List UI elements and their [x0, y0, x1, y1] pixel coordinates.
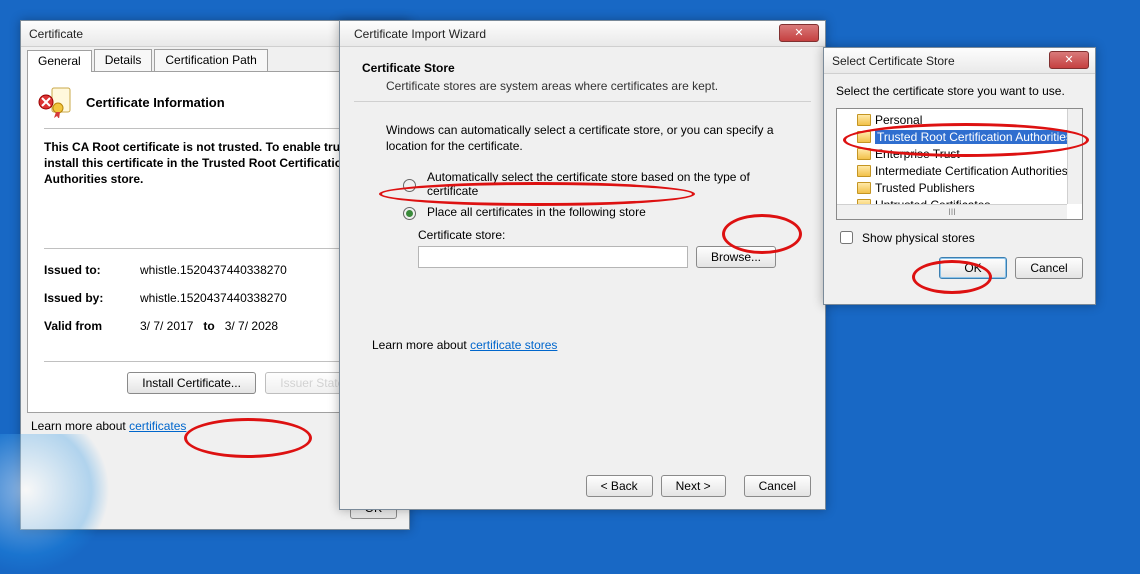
tree-item-enterprise-trust[interactable]: Enterprise Trust [841, 145, 1082, 162]
select-store-window: Select Certificate Store Select the cert… [823, 47, 1096, 305]
valid-from-value: 3/ 7/ 2017 [140, 319, 193, 333]
radio-place-all[interactable]: Place all certificates in the following … [398, 204, 803, 220]
trust-warning-text: This CA Root certificate is not trusted.… [44, 139, 386, 188]
radio-place-label: Place all certificates in the following … [427, 205, 646, 219]
install-certificate-button[interactable]: Install Certificate... [127, 372, 256, 394]
tree-item-label: Trusted Publishers [875, 181, 975, 195]
folder-icon [857, 165, 871, 177]
browse-button[interactable]: Browse... [696, 246, 776, 268]
learn-more-prefix: Learn more about [31, 419, 129, 433]
certificate-icon [44, 86, 76, 118]
show-physical-label: Show physical stores [862, 231, 975, 245]
folder-icon [857, 131, 871, 143]
radio-auto-label: Automatically select the certificate sto… [427, 170, 803, 198]
horizontal-scrollbar[interactable]: III [837, 204, 1067, 219]
next-button[interactable]: Next > [661, 475, 726, 497]
tree-item-label: Enterprise Trust [875, 147, 960, 161]
cert-info-heading: Certificate Information [86, 95, 225, 110]
store-tree[interactable]: Personal Trusted Root Certification Auth… [836, 108, 1083, 220]
valid-to-value: 3/ 7/ 2028 [225, 319, 278, 333]
tree-item-label: Personal [875, 113, 922, 127]
show-physical-stores-check[interactable]: Show physical stores [836, 228, 1083, 247]
tree-item-trusted-root[interactable]: Trusted Root Certification Authorities [841, 128, 1082, 145]
wizard-heading: Certificate Store [362, 61, 803, 75]
issued-by-label: Issued by: [44, 291, 134, 305]
error-badge-icon [38, 94, 54, 110]
wizard-paragraph: Windows can automatically select a certi… [386, 122, 803, 154]
vertical-scrollbar[interactable] [1067, 109, 1082, 204]
certificates-link[interactable]: certificates [129, 419, 186, 433]
learn-more-prefix: Learn more about [372, 338, 470, 352]
store-field-label: Certificate store: [418, 228, 803, 242]
ok-button[interactable]: OK [939, 257, 1007, 279]
show-physical-checkbox[interactable] [840, 231, 853, 244]
tab-certpath[interactable]: Certification Path [154, 49, 267, 71]
valid-to-word: to [203, 319, 214, 333]
import-wizard-window: Certificate Import Wizard Certificate St… [339, 20, 826, 510]
close-icon[interactable] [779, 24, 819, 42]
folder-icon [857, 182, 871, 194]
tree-item-trusted-publishers[interactable]: Trusted Publishers [841, 179, 1082, 196]
wizard-subheading: Certificate stores are system areas wher… [386, 79, 803, 93]
radio-auto-select[interactable]: Automatically select the certificate sto… [398, 170, 803, 198]
tree-item-personal[interactable]: Personal [841, 111, 1082, 128]
store-input[interactable] [418, 246, 688, 268]
issued-to-value: whistle.1520437440338270 [140, 263, 287, 277]
issued-by-value: whistle.1520437440338270 [140, 291, 287, 305]
certificate-stores-link[interactable]: certificate stores [470, 338, 557, 352]
tree-item-label: Trusted Root Certification Authorities [875, 130, 1074, 144]
valid-from-label: Valid from [44, 319, 134, 333]
radio-place-input[interactable] [403, 207, 416, 220]
close-icon[interactable] [1049, 51, 1089, 69]
window-title[interactable]: Certificate Import Wizard [340, 21, 825, 47]
radio-auto-input[interactable] [403, 179, 416, 192]
issued-to-label: Issued to: [44, 263, 134, 277]
folder-icon [857, 148, 871, 160]
back-button[interactable]: < Back [586, 475, 653, 497]
cancel-button[interactable]: Cancel [744, 475, 811, 497]
folder-icon [857, 114, 871, 126]
select-store-prompt: Select the certificate store you want to… [836, 84, 1083, 98]
tree-item-intermediate-ca[interactable]: Intermediate Certification Authorities [841, 162, 1082, 179]
tab-details[interactable]: Details [94, 49, 153, 71]
tree-item-label: Intermediate Certification Authorities [875, 164, 1068, 178]
tab-general[interactable]: General [27, 50, 92, 72]
cancel-button[interactable]: Cancel [1015, 257, 1083, 279]
